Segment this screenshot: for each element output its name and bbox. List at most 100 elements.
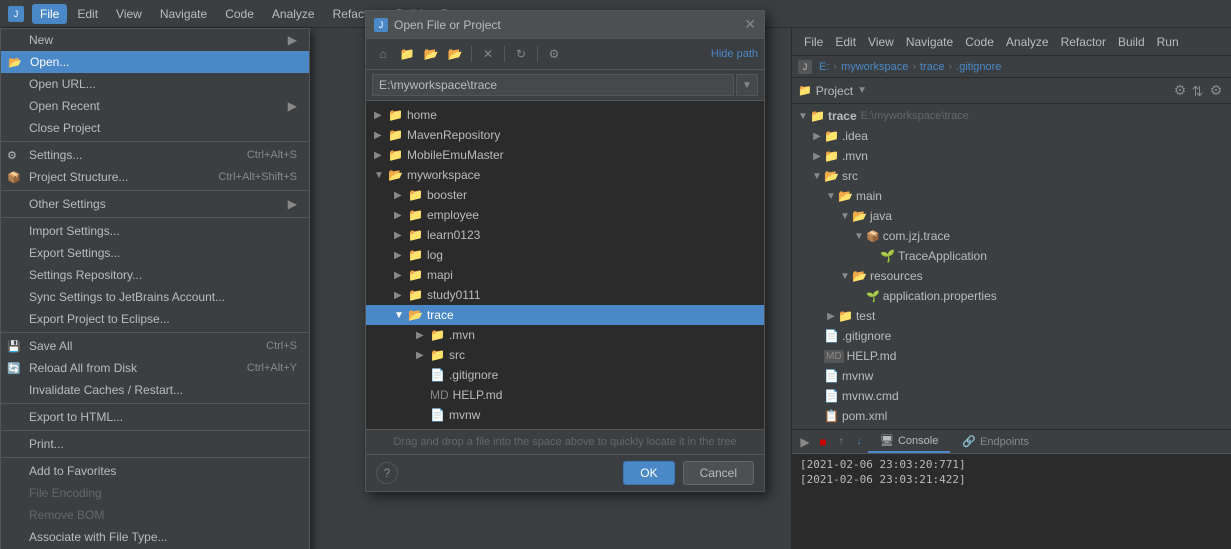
right-menu-refactor[interactable]: Refactor [1055, 32, 1112, 52]
menu-edit[interactable]: Edit [69, 4, 106, 24]
pt-item-resources[interactable]: ▼ 📂 resources [792, 266, 1231, 286]
pt-item-mvnwcmd[interactable]: 📄 mvnw.cmd [792, 386, 1231, 406]
pt-item-trace-root[interactable]: ▼ 📁 trace E:\myworkspace\trace [792, 106, 1231, 126]
menu-analyze[interactable]: Analyze [264, 4, 323, 24]
tree-item-study0111[interactable]: ▶ 📁 study0111 [366, 285, 764, 305]
pt-item-pomxml[interactable]: 📋 pom.xml [792, 406, 1231, 426]
tree-item-mapi[interactable]: ▶ 📁 mapi [366, 265, 764, 285]
pt-item-test[interactable]: ▶ 📁 test [792, 306, 1231, 326]
right-menu-code[interactable]: Code [959, 32, 1000, 52]
tab-endpoints[interactable]: 🔗 Endpoints [950, 430, 1041, 453]
console-play-button[interactable]: ▶ [796, 433, 814, 451]
pt-item-mvn[interactable]: ▶ 📁 .mvn [792, 146, 1231, 166]
pt-item-java[interactable]: ▼ 📂 java [792, 206, 1231, 226]
breadcrumb-item-gitignore[interactable]: .gitignore [956, 61, 1001, 73]
pt-item-helpmd[interactable]: MD HELP.md [792, 346, 1231, 366]
tree-item-mvnw[interactable]: 📄 mvnw [366, 405, 764, 425]
tree-item-employee[interactable]: ▶ 📁 employee [366, 205, 764, 225]
menu-view[interactable]: View [108, 4, 150, 24]
menu-navigate[interactable]: Navigate [152, 4, 215, 24]
breadcrumb-item-trace[interactable]: trace [920, 61, 944, 73]
menu-item-open-url[interactable]: Open URL... [1, 73, 309, 95]
breadcrumb-item-myworkspace[interactable]: myworkspace [841, 61, 908, 73]
menu-item-save-all[interactable]: 💾 Save All Ctrl+S [1, 335, 309, 357]
menu-item-file-encoding[interactable]: File Encoding [1, 482, 309, 504]
right-menu-run[interactable]: Run [1151, 32, 1185, 52]
menu-item-settings-repository[interactable]: Settings Repository... [1, 264, 309, 286]
toolbar-home-button[interactable]: ⌂ [372, 43, 394, 65]
tree-item-mavenrepository[interactable]: ▶ 📁 MavenRepository [366, 125, 764, 145]
menu-item-associate-file-type[interactable]: Associate with File Type... [1, 526, 309, 548]
menu-item-add-favorites[interactable]: Add to Favorites [1, 460, 309, 482]
menu-item-sync-settings[interactable]: Sync Settings to JetBrains Account... [1, 286, 309, 308]
menu-item-other-settings[interactable]: Other Settings ▶ [1, 193, 309, 215]
tree-item-mobileemumaster[interactable]: ▶ 📁 MobileEmuMaster [366, 145, 764, 165]
menu-item-print[interactable]: Print... [1, 433, 309, 455]
menu-item-reload-all[interactable]: 🔄 Reload All from Disk Ctrl+Alt+Y [1, 357, 309, 379]
pt-item-mvnw[interactable]: 📄 mvnw [792, 366, 1231, 386]
menu-item-close-project[interactable]: Close Project [1, 117, 309, 139]
console-download-button[interactable]: ↓ [850, 433, 868, 451]
tree-item-learn0123[interactable]: ▶ 📁 learn0123 [366, 225, 764, 245]
pt-item-idea[interactable]: ▶ 📁 .idea [792, 126, 1231, 146]
tab-console[interactable]: 🖥 Console [868, 430, 950, 453]
tree-item-helpmd[interactable]: MD HELP.md [366, 385, 764, 405]
pt-item-package[interactable]: ▼ 📦 com.jzj.trace [792, 226, 1231, 246]
dropdown-arrow-icon[interactable]: ▼ [857, 85, 867, 96]
menu-item-new[interactable]: New ▶ [1, 29, 309, 51]
right-menu-view[interactable]: View [862, 32, 900, 52]
right-menu-edit[interactable]: Edit [829, 32, 862, 52]
menu-item-invalidate-caches[interactable]: Invalidate Caches / Restart... [1, 379, 309, 401]
menu-item-settings[interactable]: ⚙ Settings... Ctrl+Alt+S [1, 144, 309, 166]
ok-button[interactable]: OK [623, 461, 674, 485]
hide-path-button[interactable]: Hide path [711, 48, 758, 60]
breadcrumb-item-e[interactable]: E: [819, 61, 829, 73]
tree-item-home[interactable]: ▶ 📁 home [366, 105, 764, 125]
panel-options-button[interactable]: ⇄ [1189, 82, 1207, 100]
pt-item-app-props[interactable]: 🌱 application.properties [792, 286, 1231, 306]
toolbar-folder-button[interactable]: 📁 [396, 43, 418, 65]
pt-item-gitignore[interactable]: 📄 .gitignore [792, 326, 1231, 346]
toolbar-folder3-button[interactable]: 📂 [444, 43, 466, 65]
toolbar-folder2-button[interactable]: 📂 [420, 43, 442, 65]
console-upload-button[interactable]: ↑ [832, 433, 850, 451]
menu-item-export-html[interactable]: Export to HTML... [1, 406, 309, 428]
toolbar-settings-button[interactable]: ⚙ [543, 43, 565, 65]
cancel-button[interactable]: Cancel [683, 461, 754, 485]
dialog-close-button[interactable]: ✕ [744, 28, 756, 33]
menu-item-project-structure[interactable]: 📦 Project Structure... Ctrl+Alt+Shift+S [1, 166, 309, 188]
path-expand-button[interactable]: ▼ [736, 74, 758, 96]
dialog-toolbar: ⌂ 📁 📂 📂 ✕ ↻ ⚙ Hide path [366, 39, 764, 70]
toolbar-refresh-button[interactable]: ↻ [510, 43, 532, 65]
tree-item-trace[interactable]: ▼ 📂 trace [366, 305, 764, 325]
right-menu-file[interactable]: File [798, 32, 829, 52]
menu-file[interactable]: File [32, 4, 67, 24]
menu-item-export-eclipse[interactable]: Export Project to Eclipse... [1, 308, 309, 330]
menu-item-open[interactable]: 📂 Open... [1, 51, 309, 73]
right-menu-analyze[interactable]: Analyze [1000, 32, 1055, 52]
tree-item-gitignore[interactable]: 📄 .gitignore [366, 365, 764, 385]
tree-item-booster[interactable]: ▶ 📁 booster [366, 185, 764, 205]
item-name: pom.xml [842, 409, 887, 423]
breadcrumb-item-drive[interactable]: J [798, 60, 815, 74]
pt-item-src[interactable]: ▼ 📂 src [792, 166, 1231, 186]
path-input[interactable] [372, 74, 734, 96]
tree-item-src[interactable]: ▶ 📁 src [366, 345, 764, 365]
toolbar-close-button[interactable]: ✕ [477, 43, 499, 65]
tree-item-myworkspace[interactable]: ▼ 📂 myworkspace [366, 165, 764, 185]
menu-item-remove-bom[interactable]: Remove BOM [1, 504, 309, 526]
menu-item-export-settings[interactable]: Export Settings... [1, 242, 309, 264]
menu-item-import-settings[interactable]: Import Settings... [1, 220, 309, 242]
pt-item-main[interactable]: ▼ 📂 main [792, 186, 1231, 206]
pt-item-traceapplication[interactable]: 🌱 TraceApplication [792, 246, 1231, 266]
help-button[interactable]: ? [376, 462, 398, 484]
panel-gear-button[interactable]: ⚙ [1207, 82, 1225, 100]
console-stop-button[interactable]: ■ [814, 433, 832, 451]
tree-item-log[interactable]: ▶ 📁 log [366, 245, 764, 265]
right-menu-navigate[interactable]: Navigate [900, 32, 959, 52]
menu-code[interactable]: Code [217, 4, 262, 24]
tree-item-mvn[interactable]: ▶ 📁 .mvn [366, 325, 764, 345]
right-menu-build[interactable]: Build [1112, 32, 1151, 52]
panel-settings-button[interactable]: ⚙ [1171, 82, 1189, 100]
menu-item-open-recent[interactable]: Open Recent ▶ [1, 95, 309, 117]
